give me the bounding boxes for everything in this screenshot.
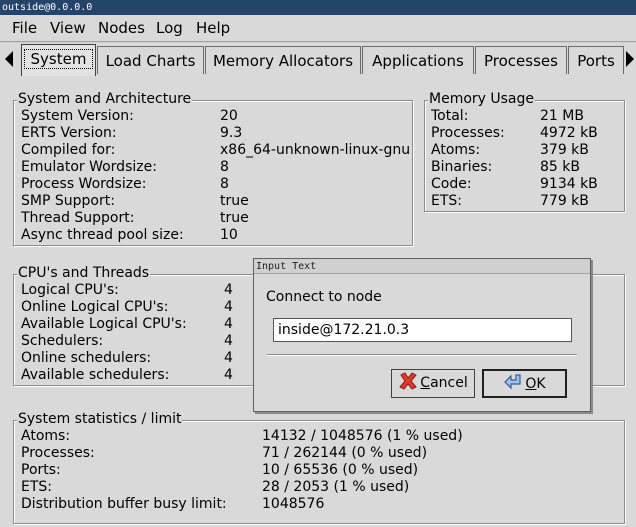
memory-label: Binaries: — [431, 159, 493, 175]
memory-label: ETS: — [431, 193, 463, 209]
dialog-prompt: Connect to node — [266, 289, 382, 305]
cpu-label: Online schedulers: — [21, 350, 152, 366]
dialog-title: Input Text — [254, 259, 590, 274]
cpu-threads-title: CPU's and Threads — [17, 265, 151, 282]
sysarch-label: System Version: — [21, 108, 134, 124]
tab-load-charts[interactable]: Load Charts — [97, 46, 204, 74]
memory-value: 779 kB — [540, 193, 589, 209]
sysarch-value: 10 — [220, 227, 238, 243]
stats-value: 71 / 262144 (0 % used) — [262, 445, 428, 461]
tab-scroll-right-icon[interactable] — [626, 51, 634, 67]
stats-value: 10 / 65536 (0 % used) — [262, 462, 419, 478]
stats-label: Processes: — [21, 445, 95, 461]
cpu-value: 4 — [224, 367, 233, 383]
cpu-label: Available Logical CPU's: — [21, 316, 187, 332]
tab-memory-allocators[interactable]: Memory Allocators — [205, 46, 361, 74]
memory-label: Code: — [431, 176, 472, 192]
sysarch-value: x86_64-unknown-linux-gnu — [220, 142, 410, 158]
menu-nodes[interactable]: Nodes — [98, 19, 145, 37]
tab-processes[interactable]: Processes — [475, 46, 567, 74]
tab-ports[interactable]: Ports — [568, 46, 624, 74]
ok-label: K — [536, 376, 546, 392]
cpu-label: Schedulers: — [21, 333, 104, 349]
sysarch-label: Emulator Wordsize: — [21, 159, 157, 175]
sysarch-label: Async thread pool size: — [21, 227, 184, 243]
cancel-mnemonic: C — [420, 375, 431, 391]
memory-value: 4972 kB — [540, 125, 598, 141]
stats-label: Ports: — [21, 462, 61, 478]
cpu-label: Logical CPU's: — [21, 282, 119, 298]
node-name-input[interactable]: inside@172.21.0.3 — [273, 318, 572, 342]
tab-system[interactable]: System — [21, 44, 96, 76]
stats-value: 28 / 2053 (1 % used) — [262, 479, 410, 495]
sysarch-label: Compiled for: — [21, 142, 116, 158]
memory-label: Processes: — [431, 125, 505, 141]
cpu-value: 4 — [224, 350, 233, 366]
menu-log[interactable]: Log — [156, 19, 183, 37]
stats-label: Distribution buffer busy limit: — [21, 496, 227, 512]
cancel-x-icon — [398, 371, 418, 391]
tab-applications[interactable]: Applications — [362, 46, 474, 74]
menu-file[interactable]: File — [12, 19, 37, 37]
memory-usage-title: Memory Usage — [428, 91, 536, 108]
cpu-value: 4 — [224, 316, 233, 332]
sysarch-value: 20 — [220, 108, 238, 124]
stats-label: ETS: — [21, 479, 53, 495]
sysarch-label: ERTS Version: — [21, 125, 117, 141]
window-title: outside@0.0.0.0 — [0, 0, 636, 15]
sysarch-value: true — [220, 193, 249, 209]
enter-arrow-icon — [503, 372, 523, 392]
sysarch-value: 8 — [220, 176, 229, 192]
system-statistics-title: System statistics / limit — [17, 411, 183, 428]
ok-mnemonic: O — [525, 376, 537, 392]
memory-label: Atoms: — [431, 142, 481, 158]
cpu-label: Available schedulers: — [21, 367, 170, 383]
cancel-label: ancel — [430, 375, 468, 391]
sysarch-label: Process Wordsize: — [21, 176, 147, 192]
memory-value: 379 kB — [540, 142, 589, 158]
tab-bar: System Load Charts Memory Allocators App… — [0, 43, 636, 76]
stats-value: 1048576 — [262, 496, 325, 512]
sysarch-value: true — [220, 210, 249, 226]
ok-button[interactable]: OK — [482, 369, 567, 398]
stats-label: Atoms: — [21, 428, 71, 444]
sysarch-label: SMP Support: — [21, 193, 115, 209]
memory-value: 21 MB — [540, 108, 584, 124]
cpu-label: Online Logical CPU's: — [21, 299, 169, 315]
menubar: File View Nodes Log Help — [0, 15, 636, 42]
menu-view[interactable]: View — [50, 19, 86, 37]
tab-scroll-left-icon[interactable] — [5, 51, 13, 67]
sysarch-value: 9.3 — [220, 125, 243, 141]
sysarch-value: 8 — [220, 159, 229, 175]
cpu-value: 4 — [224, 282, 233, 298]
memory-value: 85 kB — [540, 159, 580, 175]
stats-value: 14132 / 1048576 (1 % used) — [262, 428, 463, 444]
memory-label: Total: — [431, 108, 469, 124]
system-architecture-title: System and Architecture — [17, 91, 193, 108]
connect-node-dialog: Input Text Connect to node inside@172.21… — [253, 258, 591, 412]
cpu-value: 4 — [224, 299, 233, 315]
sysarch-label: Thread Support: — [21, 210, 135, 226]
dialog-separator — [267, 354, 577, 356]
memory-value: 9134 kB — [540, 176, 598, 192]
cancel-button[interactable]: Cancel — [391, 369, 475, 398]
cpu-value: 4 — [224, 333, 233, 349]
menu-help[interactable]: Help — [196, 19, 230, 37]
